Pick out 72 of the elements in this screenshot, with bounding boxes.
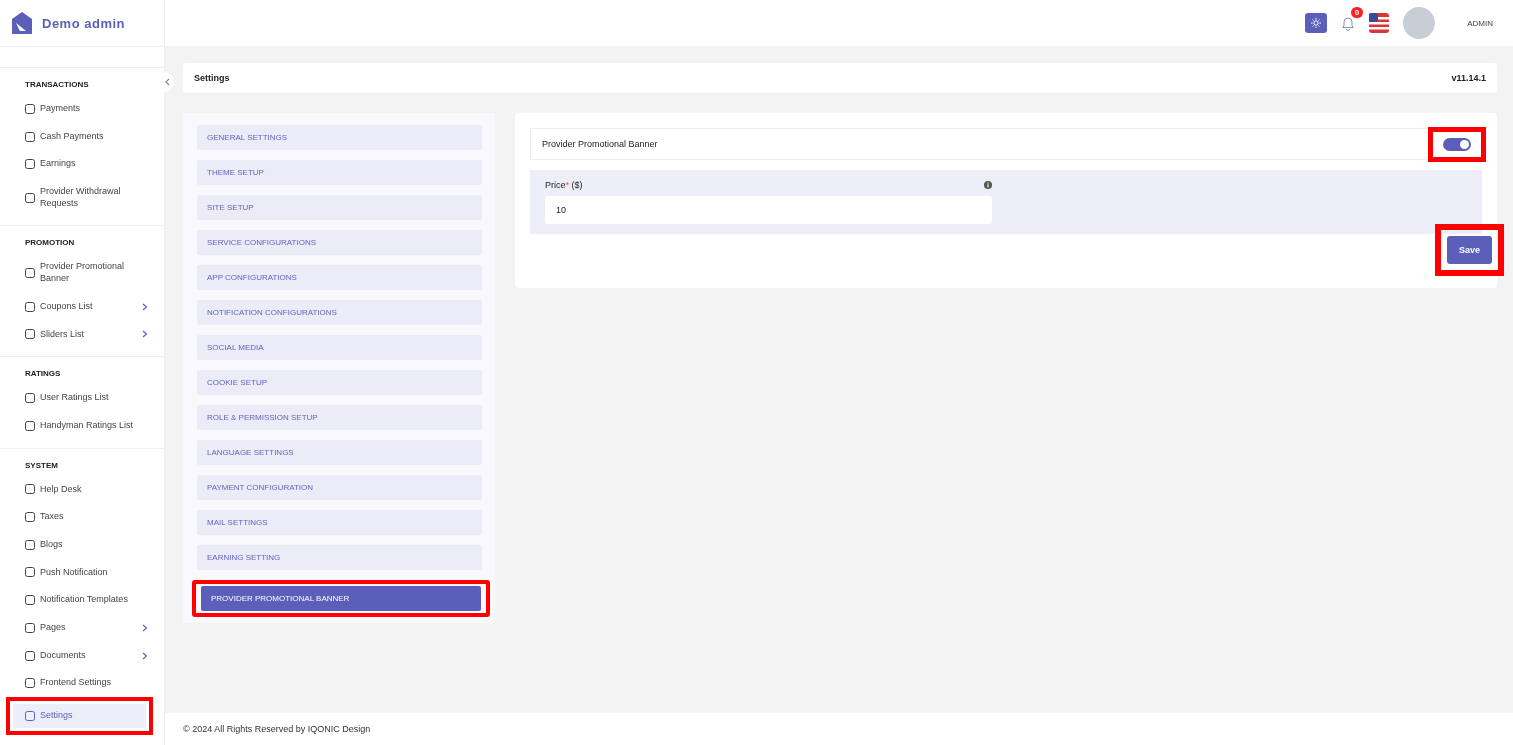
square-icon bbox=[25, 484, 35, 495]
square-icon bbox=[25, 103, 35, 114]
square-icon bbox=[25, 650, 35, 661]
square-icon bbox=[25, 192, 35, 203]
square-icon bbox=[25, 710, 35, 721]
section-title: PROMOTION bbox=[24, 238, 76, 248]
square-icon bbox=[25, 595, 35, 606]
square-icon bbox=[25, 539, 35, 550]
bell-icon[interactable] bbox=[1341, 15, 1356, 31]
sun-icon bbox=[1311, 18, 1322, 28]
nav-item[interactable]: Taxes bbox=[10, 505, 154, 529]
nav-item[interactable]: Blogs bbox=[10, 532, 154, 557]
nav-item[interactable]: Pages bbox=[10, 616, 154, 640]
square-icon bbox=[25, 131, 35, 142]
square-icon bbox=[25, 567, 35, 578]
nav-item[interactable]: Provider Promotional Banner bbox=[10, 255, 154, 291]
square-icon bbox=[25, 420, 35, 431]
section-title: RATINGS bbox=[24, 369, 62, 379]
brand-name: Demo admin bbox=[42, 15, 125, 31]
nav-item[interactable]: User Ratings List bbox=[10, 386, 154, 410]
square-icon bbox=[25, 393, 35, 404]
nav-item[interactable]: Provider Withdrawal Requests bbox=[10, 180, 154, 216]
user-name[interactable]: ADMIN bbox=[1467, 18, 1493, 28]
settings-tab[interactable]: LANGUAGE SETTINGS bbox=[197, 440, 482, 465]
settings-tab[interactable]: MAIL SETTINGS bbox=[197, 510, 482, 535]
square-icon bbox=[25, 268, 35, 279]
nav-item[interactable]: Payments bbox=[10, 97, 154, 121]
square-icon bbox=[25, 301, 35, 312]
setting-title: Provider Promotional Banner bbox=[542, 139, 658, 149]
square-icon bbox=[25, 329, 35, 340]
settings-tab[interactable]: THEME SETUP bbox=[197, 160, 482, 185]
settings-tab[interactable]: COOKIE SETUP bbox=[197, 370, 482, 395]
settings-tab[interactable]: SERVICE CONFIGURATIONS bbox=[197, 230, 482, 255]
settings-tab[interactable]: GENERAL SETTINGS bbox=[197, 125, 482, 150]
nav-item[interactable]: Notification Templates bbox=[10, 588, 154, 612]
square-icon bbox=[25, 512, 35, 523]
field-label: Price* ($) bbox=[545, 180, 583, 190]
toggle-switch[interactable] bbox=[1443, 137, 1471, 151]
section-title: TRANSACTIONS bbox=[24, 80, 90, 89]
nav-item[interactable]: Handyman Ratings List bbox=[10, 413, 154, 438]
square-icon bbox=[25, 678, 35, 689]
copyright-text: © 2024 All Rights Reserved by IQONIC Design bbox=[183, 724, 371, 734]
nav-item[interactable]: Documents bbox=[10, 643, 154, 668]
settings-tab[interactable]: EARNING SETTING bbox=[197, 545, 482, 570]
nav-item[interactable]: Sliders List bbox=[10, 322, 154, 347]
version-label: v11.14.1 bbox=[1451, 73, 1486, 83]
settings-tab[interactable]: SITE SETUP bbox=[197, 195, 482, 220]
notification-badge: 0 bbox=[1350, 7, 1364, 18]
page-title: Settings bbox=[194, 73, 230, 83]
save-button[interactable]: Save bbox=[1446, 236, 1492, 264]
price-field[interactable]: 10 bbox=[545, 196, 992, 224]
settings-tab[interactable]: NOTIFICATION CONFIGURATIONS bbox=[197, 300, 482, 325]
square-icon bbox=[25, 622, 35, 633]
settings-tab[interactable]: ROLE & PERMISSION SETUP bbox=[197, 405, 482, 430]
nav-item[interactable]: Frontend Settings bbox=[10, 671, 154, 696]
nav-item[interactable]: Coupons List bbox=[10, 294, 154, 319]
logo-icon bbox=[10, 11, 34, 35]
nav-item[interactable]: Earnings bbox=[10, 152, 154, 177]
square-icon bbox=[25, 159, 35, 170]
nav-item[interactable]: Cash Payments bbox=[10, 124, 154, 149]
flag-icon[interactable] bbox=[1369, 13, 1390, 33]
nav-item[interactable]: Push Notification bbox=[10, 560, 154, 585]
nav-item[interactable]: Help Desk bbox=[10, 477, 154, 502]
theme-button[interactable] bbox=[1305, 13, 1328, 33]
section-title: SYSTEM bbox=[24, 460, 59, 470]
nav-item[interactable]: Settings bbox=[13, 704, 146, 728]
chevron-icon bbox=[164, 78, 170, 86]
settings-tab[interactable]: SOCIAL MEDIA bbox=[197, 335, 482, 360]
settings-tab[interactable]: PROVIDER PROMOTIONAL BANNER bbox=[201, 586, 481, 611]
settings-tab[interactable]: APP CONFIGURATIONS bbox=[197, 265, 482, 290]
settings-tab[interactable]: PAYMENT CONFIGURATION bbox=[197, 475, 482, 500]
info-icon bbox=[984, 181, 992, 189]
